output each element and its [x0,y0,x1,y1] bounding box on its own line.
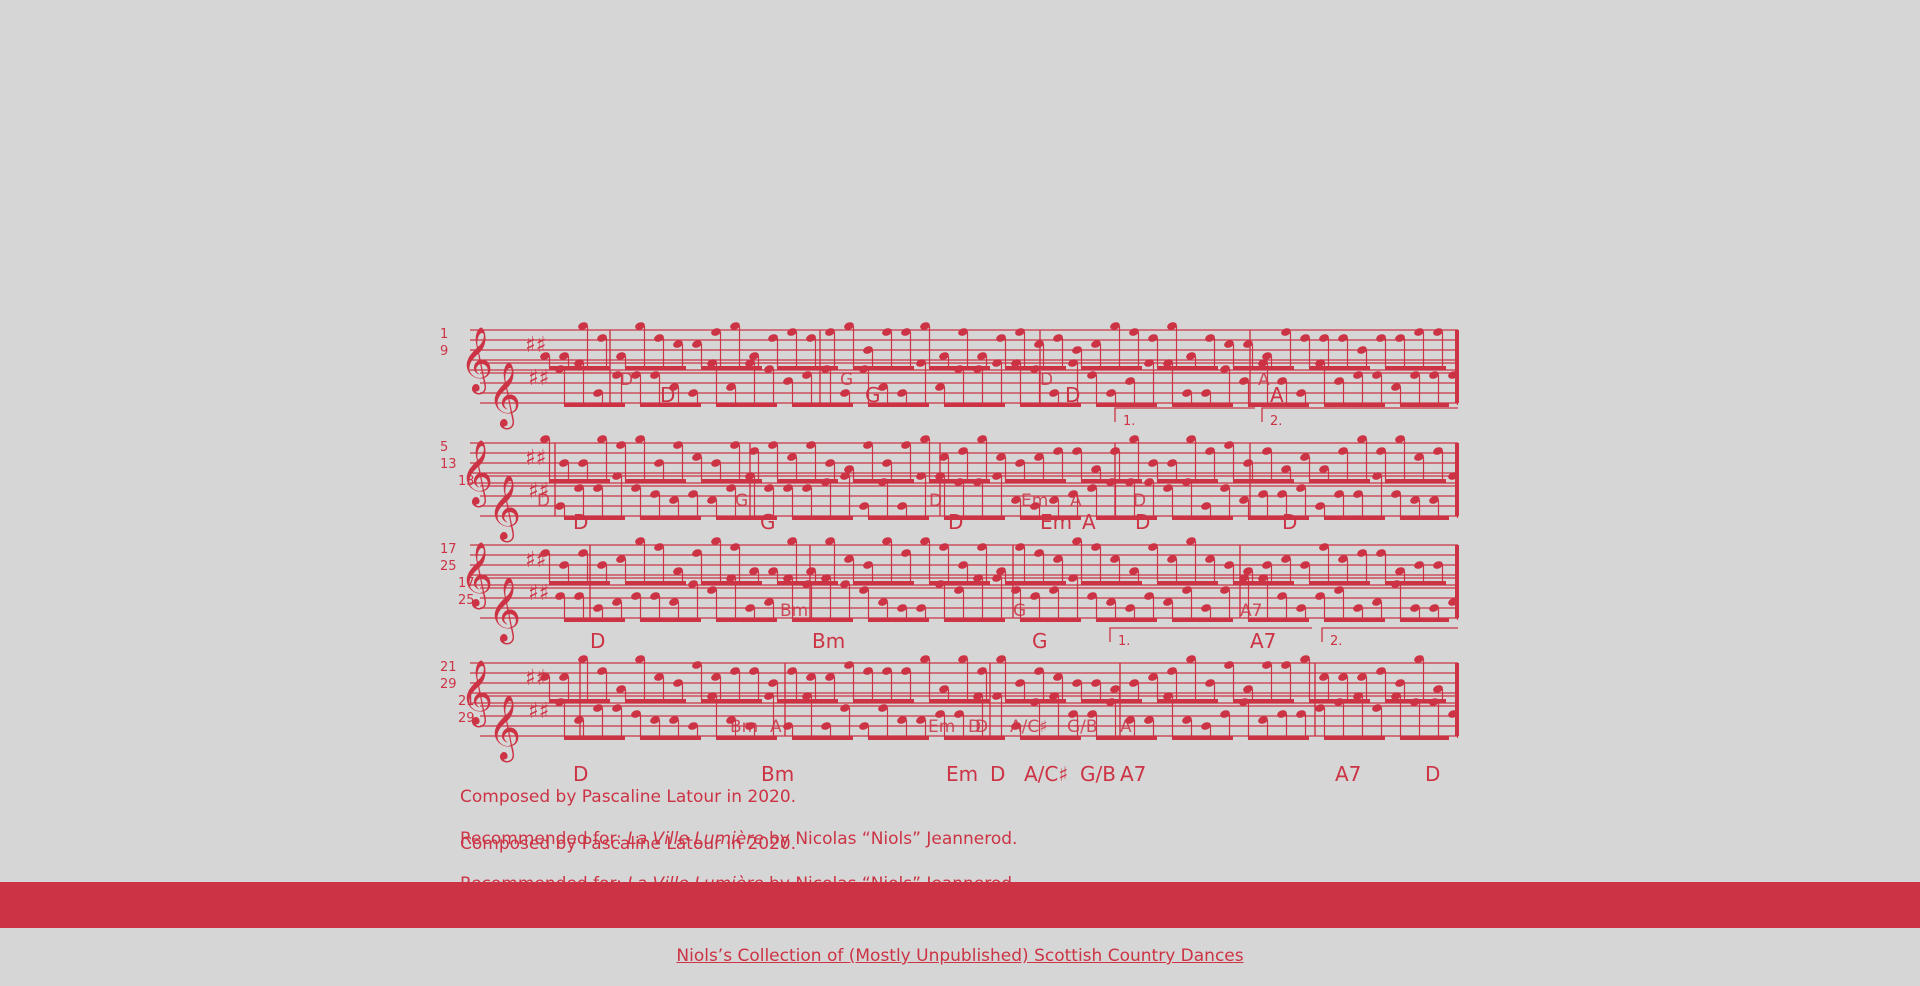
chord-symbol-ghost: D [1133,491,1146,511]
chord-symbol: G/B [1080,762,1116,786]
chord-symbol-ghost: A [770,717,782,737]
final-bar-line [1455,330,1459,403]
score-system [540,627,1459,740]
key-signature-icon: ♯♯ [525,333,546,358]
key-signature-icon: ♯♯ [525,666,546,691]
chord-symbol: D [573,762,588,786]
bar-number: 5 [440,440,448,455]
chord-symbol: D [1135,510,1150,534]
chord-symbol: Em [946,762,978,786]
chord-symbol-ghost: G [1013,601,1026,621]
chord-symbol: D [990,762,1005,786]
chord-symbol-ghost: D [620,370,633,390]
chord-symbol: D [1282,510,1297,534]
chord-symbol: G [1032,629,1048,653]
chord-symbol-ghost: Bm [780,601,808,621]
key-signature-icon: ♯♯ [525,548,546,573]
chord-symbol-ghost: A7 [1240,601,1262,621]
volta-label: 2. [1330,634,1342,649]
final-bar-line [1455,663,1459,736]
score-system [540,407,1459,520]
key-signature-icon: ♯♯ [528,699,549,724]
chord-symbol-ghost: Bm [730,717,758,737]
treble-clef-icon: 𝄞 [488,695,521,762]
footer: Niols’s Collection of (Mostly Unpublishe… [0,946,1920,966]
final-bar-line [1455,545,1459,618]
chord-symbol-ghost: A/C♯ [1010,717,1047,737]
key-signature-icon: ♯♯ [528,366,549,391]
chord-symbol-ghost: D [968,717,981,737]
final-bar-line [1455,443,1459,516]
score-system [540,537,1459,622]
chord-symbol: A [1082,510,1096,534]
chord-symbol: D [948,510,963,534]
chord-symbol: Em [1040,510,1072,534]
bar-number: 21 [440,660,457,675]
composer-note: Composed by Pascaline Latour in 2020. [460,787,797,807]
chord-symbol: G [760,510,776,534]
volta-bracket [1261,407,1458,422]
chord-symbol: D [1065,383,1080,407]
chord-symbol: A/C♯ [1024,762,1068,786]
chord-symbol: A7 [1250,629,1276,653]
chord-symbol: Bm [761,762,794,786]
chord-symbol: Bm [812,629,845,653]
key-signature-icon: ♯♯ [525,446,546,471]
chord-symbol-ghost: Em [1021,491,1048,511]
bar-number: 13 [440,457,457,472]
chord-symbol-ghost: D [1040,370,1053,390]
composer-note-ghost: Composed by Pascaline Latour in 2020. [460,834,797,854]
bar-number: 25 [458,593,475,608]
volta-label: 2. [1270,414,1282,429]
bar-number: 29 [458,711,475,726]
chord-symbol-ghost: A [1258,370,1270,390]
bar-number: 13 [458,474,475,489]
chord-symbol: A7 [1120,762,1146,786]
chord-symbol: D [660,383,675,407]
bar-number: 21 [458,694,475,709]
chord-symbol: D [590,629,605,653]
score-system [540,322,1459,407]
treble-clef-icon: 𝄞 [488,577,521,644]
key-signature-icon: ♯♯ [528,581,549,606]
chord-symbol: D [573,510,588,534]
chord-symbol-ghost: A [1070,491,1082,511]
chord-symbol: G [865,383,881,407]
chord-symbol-ghost: G [735,491,748,511]
volta-label: 1. [1118,634,1130,649]
chord-symbol-ghost: Em [928,717,955,737]
treble-clef-icon: 𝄞 [488,475,521,542]
bar-number: 17 [458,576,475,591]
bar-number: 1 [440,327,448,342]
chord-symbol-ghost: G [840,370,853,390]
collection-link[interactable]: Niols’s Collection of (Mostly Unpublishe… [676,946,1243,966]
treble-clef-icon: 𝄞 [488,362,521,429]
chord-symbol: D [1425,762,1440,786]
chord-symbol-ghost: A [1120,717,1132,737]
volta-label: 1. [1123,414,1135,429]
bar-number: 25 [440,559,457,574]
chord-symbol: A [1270,383,1284,407]
chord-symbol-ghost: G/B [1067,717,1098,737]
chord-symbol-ghost: D [929,491,942,511]
bar-number: 17 [440,542,457,557]
volta-bracket [1109,627,1312,642]
footer-band [0,882,1920,928]
chord-symbol-ghost: D [537,491,550,511]
chord-symbol: A7 [1335,762,1361,786]
bar-number: 29 [440,677,457,692]
bar-number: 9 [440,344,448,359]
volta-bracket [1114,407,1255,422]
